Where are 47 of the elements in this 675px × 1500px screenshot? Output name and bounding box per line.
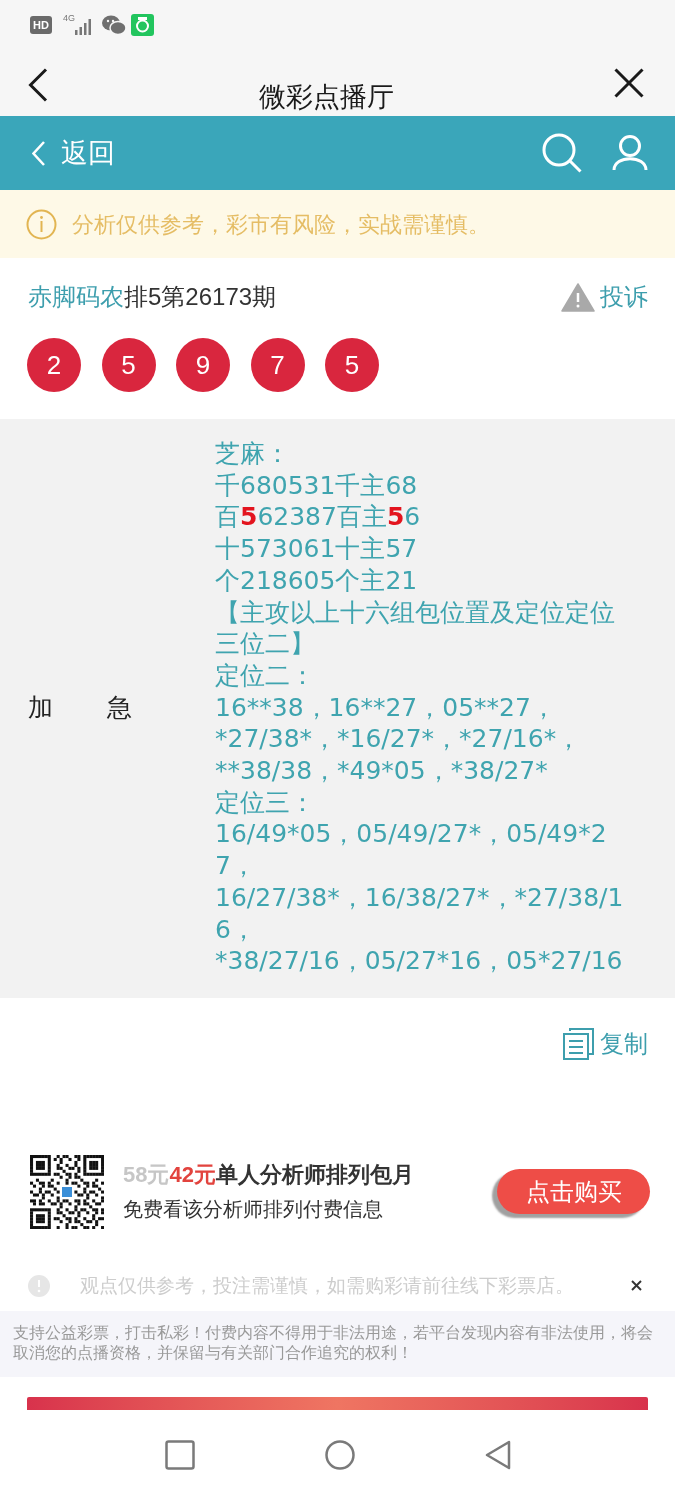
analysis-line: 定位二： xyxy=(215,659,316,692)
network-type-label: 4G xyxy=(62,13,75,23)
sale-price: 42元 xyxy=(169,1162,216,1188)
analysis-line: 16/49*05，05/49/27*，05/49*27， xyxy=(215,818,608,882)
close-icon[interactable] xyxy=(631,1280,642,1292)
info-icon xyxy=(26,208,57,240)
analysis-line: *38/27/16，05/27*16，05*27/16 xyxy=(215,945,624,977)
copy-button[interactable]: 复制 xyxy=(562,1025,648,1062)
analysis-line: 芝麻： xyxy=(215,438,291,470)
signal-icon xyxy=(74,19,91,35)
chevron-left-icon xyxy=(32,140,45,166)
camera-icon xyxy=(130,14,154,36)
analysis-line: 16**38，16**27，05**27， xyxy=(215,691,557,724)
issue-title: 排5第26173期 xyxy=(124,282,277,312)
back-nav-icon[interactable] xyxy=(484,1440,511,1470)
original-price: 58元 xyxy=(123,1162,170,1188)
window-title: 微彩点播厅 xyxy=(257,81,395,114)
analysis-line: 定位三： xyxy=(215,786,316,819)
category-label: 加 急 xyxy=(28,692,132,721)
analysis-line: 个218605个主21 xyxy=(215,564,419,597)
notice-text: 分析仅供参考，彩市有风险，实战需谨慎。 xyxy=(72,210,490,239)
back-button[interactable]: 返回 xyxy=(32,136,115,170)
legal-notice: 支持公益彩票，打击私彩！付费内容不得用于非法用途，若平台发现内容有非法使用，将会取消您的点播资格，并保留与有关部门合作追究的权利！ xyxy=(0,1310,675,1377)
back-icon[interactable] xyxy=(28,68,48,102)
close-icon[interactable] xyxy=(614,68,644,98)
user-icon[interactable] xyxy=(612,135,648,171)
info-icon xyxy=(28,1274,50,1297)
package-title: 单人分析师排列包月 xyxy=(215,1162,414,1188)
warning-icon xyxy=(561,282,595,312)
chat-bubbles-icon xyxy=(101,15,126,35)
complaint-button[interactable]: 投诉 xyxy=(561,279,648,315)
search-icon[interactable] xyxy=(542,133,582,173)
recent-apps-icon[interactable] xyxy=(164,1440,195,1470)
analysis-line: 16/27/38*，16/38/27*，*27/38/16， xyxy=(215,881,625,946)
analysis-line: 百562387百主56 xyxy=(215,501,422,534)
analysis-line: **38/38，*49*05，*38/27* xyxy=(215,755,549,787)
analysis-line: 十573061十主57 xyxy=(215,533,419,565)
hd-badge: HD xyxy=(30,16,52,34)
package-subtitle: 免费看该分析师排列付费信息 xyxy=(123,1197,384,1223)
author-link[interactable]: 赤脚码农 xyxy=(28,279,124,315)
analysis-line: 【主攻以上十六组包位置及定位定位三位二】 xyxy=(215,596,616,660)
analysis-line: *27/38*，*16/27*，*27/16*， xyxy=(215,723,583,756)
buy-button[interactable]: 点击购买 xyxy=(497,1169,650,1215)
copy-icon xyxy=(562,1027,595,1061)
home-icon[interactable] xyxy=(324,1440,355,1470)
qr-code-icon xyxy=(30,1154,104,1229)
analysis-line: 千680531千主68 xyxy=(215,469,419,502)
